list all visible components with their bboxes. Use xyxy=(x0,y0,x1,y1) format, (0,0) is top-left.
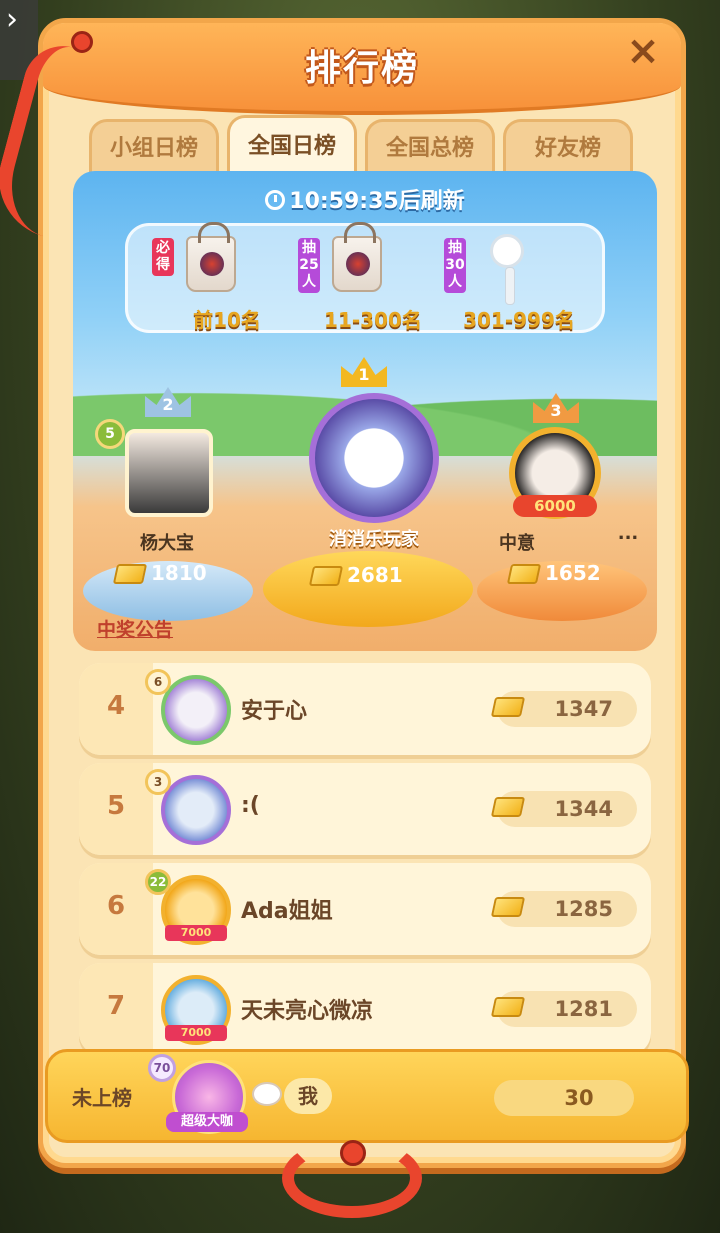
bunny-icon xyxy=(252,1082,282,1106)
refresh-timer: 10:59:35后刷新 xyxy=(73,183,657,215)
podium-score: 1652 xyxy=(506,557,621,589)
player-name: Ada姐姐 xyxy=(241,899,333,924)
player-name: 杨大宝 xyxy=(140,533,194,554)
bag-icon xyxy=(332,222,382,292)
level-badge: 70 xyxy=(148,1054,176,1082)
my-rank-label: 未上榜 xyxy=(72,1086,132,1110)
rank-number: 7 xyxy=(106,991,126,1021)
tab-bar: 小组日榜 全国日榜 全国总榜 好友榜 xyxy=(89,115,633,175)
gold-bar-icon xyxy=(490,997,526,1017)
panel-header: 排行榜 × xyxy=(43,23,681,115)
table-row[interactable]: 6 22 7000 Ada姐姐 1285 xyxy=(79,863,651,955)
rank-number: 6 xyxy=(106,891,126,921)
tab-group-daily[interactable]: 小组日榜 xyxy=(89,119,219,175)
prize-label: 301-999名 xyxy=(463,308,575,332)
my-rank-bar[interactable]: 未上榜 70 超级大咖 我 30 xyxy=(45,1049,689,1143)
level-badge: 5 xyxy=(95,419,125,449)
table-row[interactable]: 7 7000 天未亮心微凉 1281 xyxy=(79,963,651,1055)
table-row[interactable]: 4 6 安于心 1347 xyxy=(79,663,651,755)
tab-national-daily[interactable]: 全国日榜 xyxy=(227,115,357,175)
score-value: 2681 xyxy=(347,563,403,587)
table-row[interactable]: 5 3 :( 1344 xyxy=(79,763,651,855)
gold-bar-icon xyxy=(112,564,148,584)
rank-badge: 7000 xyxy=(165,925,227,941)
avatar[interactable] xyxy=(309,393,439,523)
player-name: :( xyxy=(241,793,260,818)
winner-notice-link[interactable]: 中奖公告 xyxy=(97,615,173,642)
player-name: 安于心 xyxy=(241,699,308,724)
avatar xyxy=(161,675,231,745)
gold-bar-icon xyxy=(506,564,542,584)
prize-panel[interactable]: 必得 前10名 抽25人 11-300名 抽30人 301-999名 xyxy=(125,222,605,334)
podium-board: 10:59:35后刷新 必得 前10名 抽25人 11-300名 抽30人 30… xyxy=(73,171,657,651)
page-title: 排行榜 xyxy=(304,48,419,89)
prize-tier-1: 必得 前10名 xyxy=(152,222,302,334)
refresh-suffix: 后刷新 xyxy=(398,189,465,214)
fan-icon xyxy=(490,234,524,305)
rank-badge: 6000 xyxy=(513,495,597,517)
score-value: 1652 xyxy=(545,561,601,585)
podium-score: 2681 xyxy=(308,559,431,591)
gold-bar-icon xyxy=(308,566,344,586)
player-name: 中意 xyxy=(499,533,535,554)
more-icon[interactable]: ... xyxy=(613,523,643,544)
refresh-time: 10:59:35 xyxy=(289,189,399,214)
avatar xyxy=(161,775,231,845)
player-name: 我 xyxy=(284,1078,332,1114)
gold-bar-icon xyxy=(490,697,526,717)
close-icon[interactable]: × xyxy=(623,31,663,71)
prize-tag: 必得 xyxy=(152,238,174,276)
prize-label: 前10名 xyxy=(193,308,261,332)
level-badge: 3 xyxy=(145,769,171,795)
score-value: 1810 xyxy=(151,561,207,585)
prize-tier-3: 抽30人 301-999名 xyxy=(444,234,594,334)
gold-bar-icon xyxy=(490,897,526,917)
bag-icon xyxy=(186,222,236,292)
player-name: 消消乐玩家 xyxy=(329,529,419,550)
ribbon-pin-icon xyxy=(340,1140,366,1166)
tab-friends[interactable]: 好友榜 xyxy=(503,119,633,175)
score-value: 30 xyxy=(494,1080,634,1116)
prize-tag: 抽25人 xyxy=(298,238,320,293)
podium-score: 1810 xyxy=(112,557,225,589)
prize-tier-2: 抽25人 11-300名 xyxy=(298,222,448,334)
rank-badge: 7000 xyxy=(165,1025,227,1041)
tab-national-total[interactable]: 全国总榜 xyxy=(365,119,495,175)
gold-bar-icon xyxy=(490,797,526,817)
chevron-right-icon: › xyxy=(6,2,18,37)
rank-number: 4 xyxy=(106,691,126,721)
prize-label: 11-300名 xyxy=(324,308,422,332)
avatar[interactable] xyxy=(125,429,213,517)
clock-icon xyxy=(265,190,286,210)
rank-number: 5 xyxy=(106,791,126,821)
player-name: 天未亮心微凉 xyxy=(241,999,374,1024)
prize-tag: 抽30人 xyxy=(444,238,466,293)
title-badge: 超级大咖 xyxy=(166,1112,248,1132)
level-badge: 6 xyxy=(145,669,171,695)
crown-gold-icon: 1 xyxy=(341,357,387,387)
leaderboard-panel: 排行榜 × 小组日榜 全国日榜 全国总榜 好友榜 10:59:35后刷新 必得 … xyxy=(0,18,689,1168)
level-badge: 22 xyxy=(145,869,171,895)
